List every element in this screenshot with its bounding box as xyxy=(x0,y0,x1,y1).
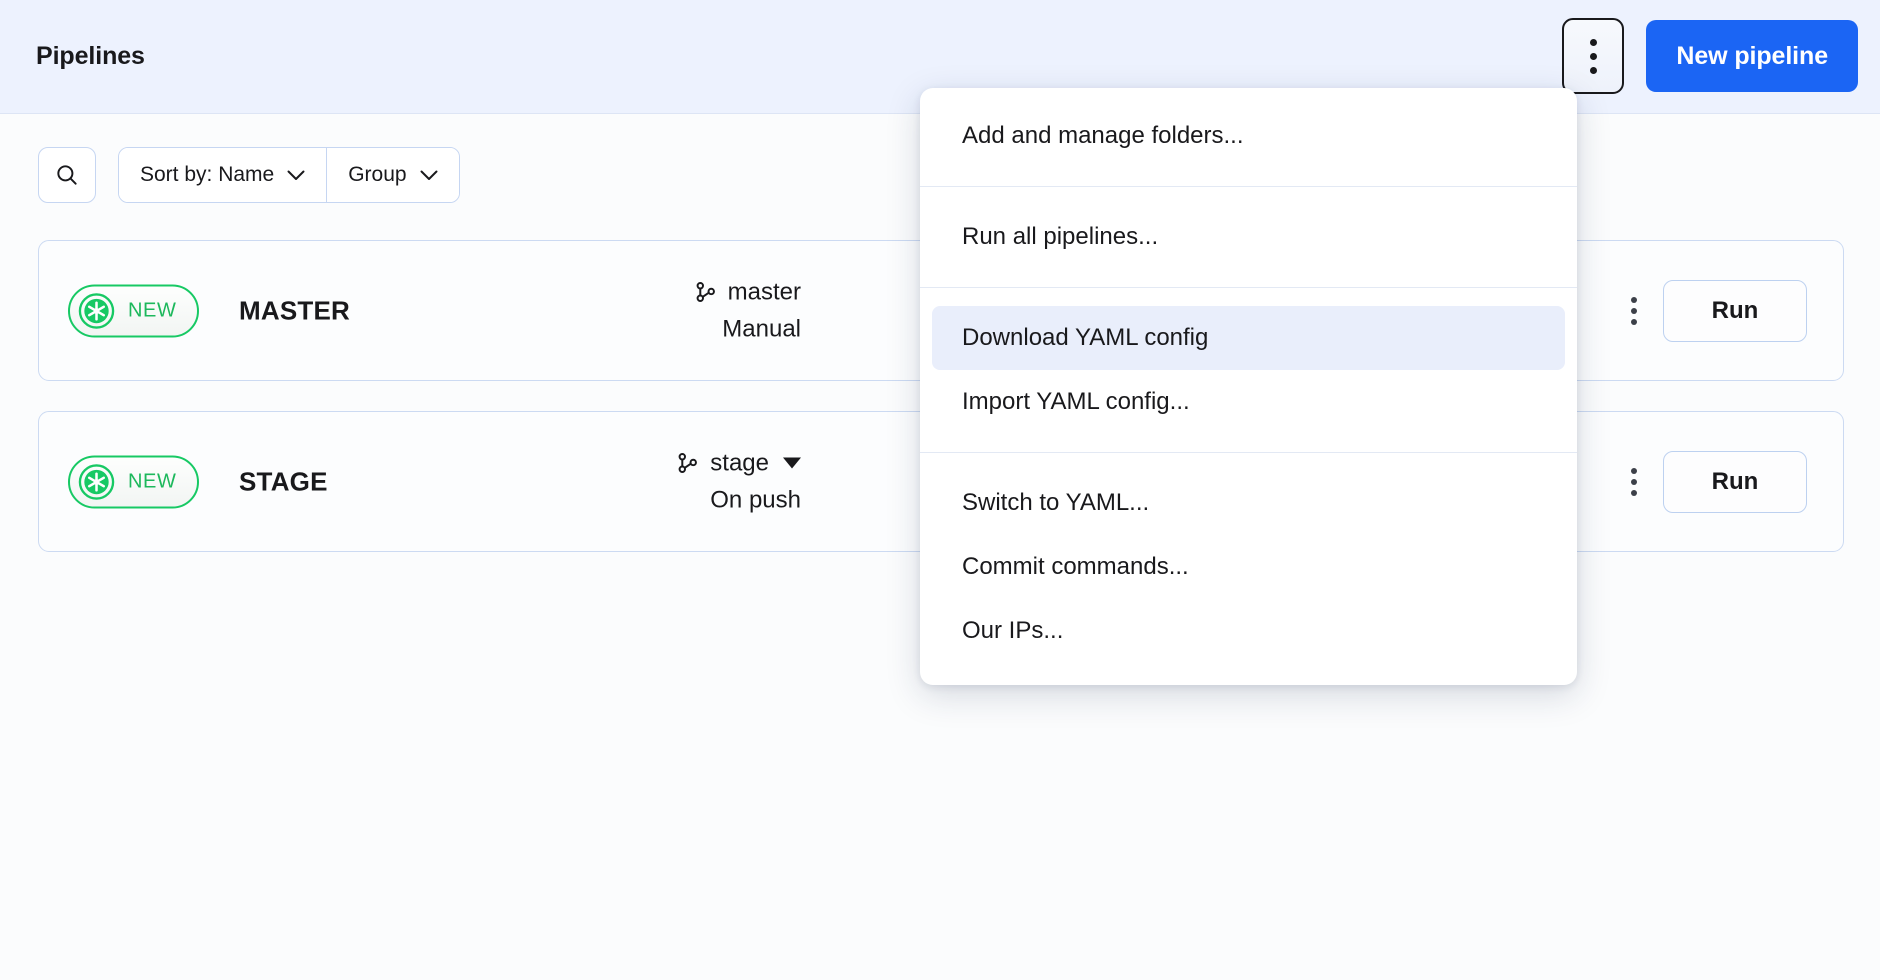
filters-toolbar: Sort by: Name Group xyxy=(38,147,460,203)
menu-separator xyxy=(920,452,1577,453)
chevron-down-icon xyxy=(420,170,438,180)
search-button[interactable] xyxy=(38,147,96,203)
pipeline-trigger: Manual xyxy=(722,315,801,342)
pipeline-branch[interactable]: stage xyxy=(481,449,801,477)
run-pipeline-button[interactable]: Run xyxy=(1663,450,1807,513)
menu-top-spacer xyxy=(920,94,1577,104)
kebab-vertical-icon-dot xyxy=(1589,38,1597,46)
pipeline-name: STAGE xyxy=(239,466,328,496)
sort-by-dropdown[interactable]: Sort by: Name xyxy=(119,148,327,202)
menu-item-import-yaml-config[interactable]: Import YAML config... xyxy=(932,370,1565,434)
header-actions: New pipeline xyxy=(1562,18,1858,94)
kebab-vertical-icon-dot xyxy=(1631,296,1637,303)
kebab-vertical-icon-dot xyxy=(1631,478,1637,485)
git-branch-icon xyxy=(678,453,698,473)
kebab-vertical-icon-dot xyxy=(1631,489,1637,496)
kebab-vertical-icon-dot xyxy=(1589,66,1597,74)
header-kebab-menu-button[interactable] xyxy=(1562,18,1625,94)
pipeline-branch-label: master xyxy=(727,278,801,305)
sort-by-label: Sort by: Name xyxy=(140,163,275,186)
pipeline-branch-label: stage xyxy=(710,449,769,476)
sort-group-segmented-control: Sort by: Name Group xyxy=(118,147,460,203)
pipeline-branch[interactable]: master xyxy=(481,278,801,306)
git-branch-icon xyxy=(696,282,715,302)
group-dropdown[interactable]: Group xyxy=(326,148,459,202)
pipeline-status-new-icon xyxy=(78,292,115,329)
chevron-down-icon xyxy=(287,170,305,180)
pipeline-name: MASTER xyxy=(239,295,350,325)
pipeline-row-kebab-menu-button[interactable] xyxy=(1625,462,1643,502)
group-label: Group xyxy=(348,163,407,186)
new-pipeline-button[interactable]: New pipeline xyxy=(1646,20,1858,92)
status-badge: NEW xyxy=(68,284,200,337)
menu-item-commit-commands[interactable]: Commit commands... xyxy=(932,535,1565,599)
run-pipeline-button[interactable]: Run xyxy=(1663,279,1807,342)
pipeline-status-new-icon xyxy=(78,463,115,500)
pipeline-meta: master Manual xyxy=(481,278,801,343)
search-icon xyxy=(57,165,77,185)
kebab-vertical-icon-dot xyxy=(1631,467,1637,474)
pipeline-trigger: On push xyxy=(710,486,801,513)
menu-separator xyxy=(920,186,1577,187)
pipeline-row-kebab-menu-button[interactable] xyxy=(1625,291,1643,331)
pipeline-meta: stage On push xyxy=(481,449,801,514)
status-badge-label: NEW xyxy=(128,299,177,321)
kebab-vertical-icon-dot xyxy=(1631,307,1637,314)
menu-item-our-ips[interactable]: Our IPs... xyxy=(932,599,1565,663)
menu-item-add-and-manage-folders[interactable]: Add and manage folders... xyxy=(932,104,1565,168)
menu-separator xyxy=(920,287,1577,288)
status-badge: NEW xyxy=(68,455,200,508)
menu-item-switch-to-yaml[interactable]: Switch to YAML... xyxy=(932,471,1565,535)
page-title: Pipelines xyxy=(36,42,145,70)
header-kebab-dropdown-menu: Add and manage folders... Run all pipeli… xyxy=(920,88,1577,685)
caret-down-icon[interactable] xyxy=(783,457,801,469)
pipelines-page: Pipelines New pipeline Sort by: Name Gro… xyxy=(0,0,1880,980)
kebab-vertical-icon-dot xyxy=(1589,52,1597,60)
status-badge-label: NEW xyxy=(128,470,177,492)
menu-item-run-all-pipelines[interactable]: Run all pipelines... xyxy=(932,205,1565,269)
menu-item-download-yaml-config[interactable]: Download YAML config xyxy=(932,306,1565,370)
kebab-vertical-icon-dot xyxy=(1631,318,1637,325)
